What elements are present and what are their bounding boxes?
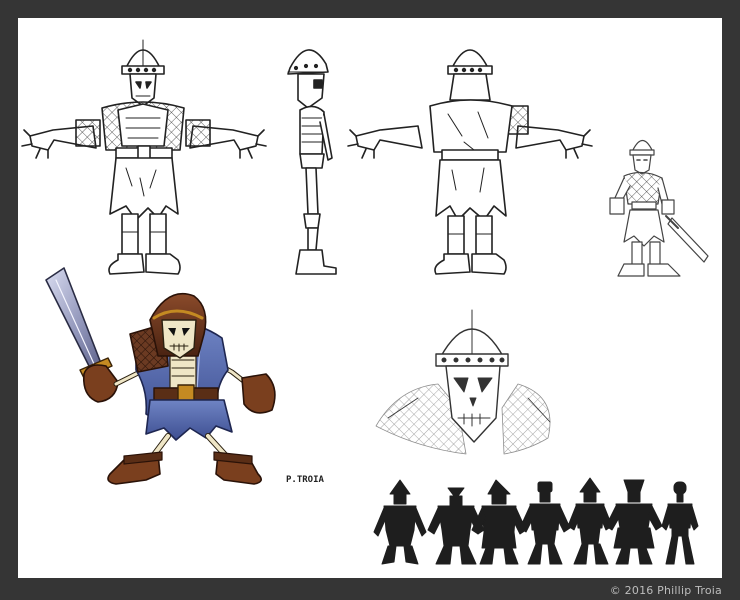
front-view-tpose-sketch	[21, 39, 267, 275]
copyright-notice: © 2016 Phillip Troia	[609, 584, 722, 597]
artist-signature: P.TROIA	[286, 475, 325, 485]
back-view-tpose-sketch	[347, 49, 593, 275]
silhouette-5	[567, 477, 613, 565]
concept-art-sheet: P.TROIA	[18, 18, 722, 578]
silhouette-6	[605, 479, 663, 565]
side-view-sketch	[287, 49, 337, 275]
artwork-canvas: P.TROIA	[21, 39, 709, 565]
silhouette-7	[661, 481, 699, 565]
helmet-closeup-sketch	[375, 309, 551, 455]
silhouette-1	[373, 479, 427, 565]
pose-sketch-with-sword	[609, 139, 709, 277]
silhouette-lineup	[373, 477, 699, 565]
silhouette-4	[519, 481, 571, 565]
colored-skeleton-warrior	[45, 267, 276, 485]
silhouette-3	[471, 479, 527, 565]
